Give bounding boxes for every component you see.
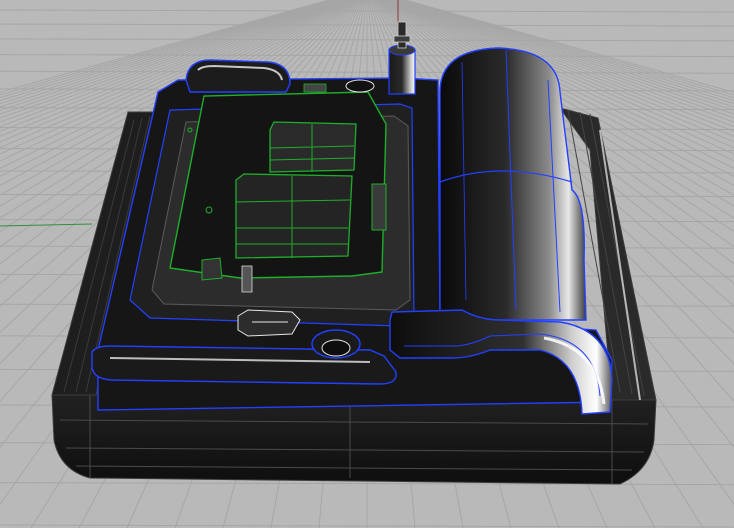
upper-component-block[interactable] <box>269 121 357 173</box>
top-hole <box>345 79 375 93</box>
pcb-connector[interactable] <box>201 257 223 281</box>
lower-component-block[interactable] <box>235 173 353 259</box>
side-clip <box>371 183 387 231</box>
perspective-viewport[interactable] <box>0 0 734 528</box>
screw-boss[interactable] <box>311 329 361 359</box>
front-clip[interactable] <box>237 309 301 337</box>
standoff-post <box>241 265 253 293</box>
render-canvas[interactable] <box>0 0 734 528</box>
pcb-header <box>303 83 327 93</box>
oval-boss[interactable] <box>185 59 291 93</box>
